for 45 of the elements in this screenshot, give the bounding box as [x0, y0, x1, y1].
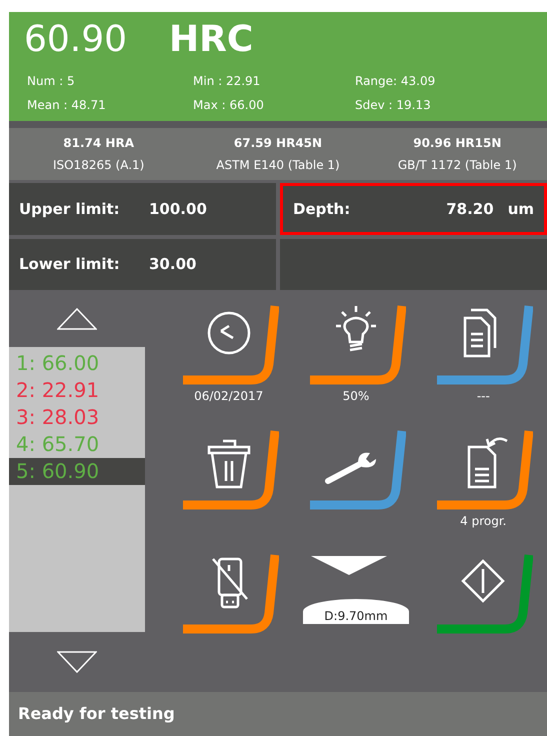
documents-icon: [464, 308, 497, 358]
statistic: Sdev : 19.13: [355, 97, 432, 114]
parameter-field[interactable]: Depth: 78.20 um: [280, 183, 547, 234]
statistic: Range: 43.09: [355, 73, 436, 90]
tile-caption: 06/02/2017: [194, 390, 264, 402]
result-item[interactable]: 2: 22.91: [9, 377, 145, 404]
hardness-value: 60.90: [24, 22, 128, 58]
indenter-icon: [310, 556, 387, 576]
converted-value: 90.96 HR15N: [413, 135, 502, 152]
start-icon: [462, 560, 506, 604]
parameter-field[interactable]: Lower limit: 30.00: [9, 238, 276, 290]
conversion-standard: GB/T 1172 (Table 1): [398, 157, 517, 174]
down-triangle-icon: [57, 651, 97, 673]
field-unit: um: [508, 198, 534, 220]
indenter-button[interactable]: D:9.70mm: [302, 549, 409, 624]
statistic: Max : 66.00: [193, 97, 265, 114]
result-item[interactable]: 3: 28.03: [9, 404, 145, 431]
field-value: 78.20: [445, 198, 494, 220]
up-triangle-icon: [57, 308, 97, 330]
field-value: 100.00: [149, 198, 207, 220]
clock-icon: [207, 312, 250, 354]
parameter-field[interactable]: Upper limit: 100.00: [9, 183, 276, 234]
wrench-icon: [324, 452, 376, 484]
tile-caption: 50%: [342, 390, 370, 402]
document-icon: [468, 437, 508, 488]
field-value: 30.00: [149, 254, 196, 275]
lightbulb-icon: [334, 304, 378, 352]
statistic: Num : 5: [27, 73, 76, 90]
field-label: Lower limit:: [19, 254, 121, 275]
result-item[interactable]: 5: 60.90: [9, 458, 145, 485]
statistic: Mean : 48.71: [27, 97, 107, 114]
field-label: Depth:: [293, 198, 352, 220]
field-label: Upper limit:: [19, 198, 121, 220]
tile-caption: ---: [476, 390, 490, 402]
conversion-standard: ASTM E140 (Table 1): [216, 157, 340, 174]
conversion-standard: ISO18265 (A.1): [52, 157, 144, 174]
trash-icon: [207, 439, 250, 488]
tile-caption: 4 progr.: [460, 514, 506, 527]
hardness-unit: HRC: [169, 22, 254, 58]
indenter-diameter: D:9.70mm: [302, 599, 409, 624]
statistic: Min : 22.91: [193, 73, 262, 90]
converted-value: 67.59 HR45N: [234, 135, 322, 152]
status-text: Ready for testing: [18, 703, 175, 725]
usb-disabled-icon: [211, 558, 248, 609]
converted-value: 81.74 HRA: [63, 135, 134, 152]
